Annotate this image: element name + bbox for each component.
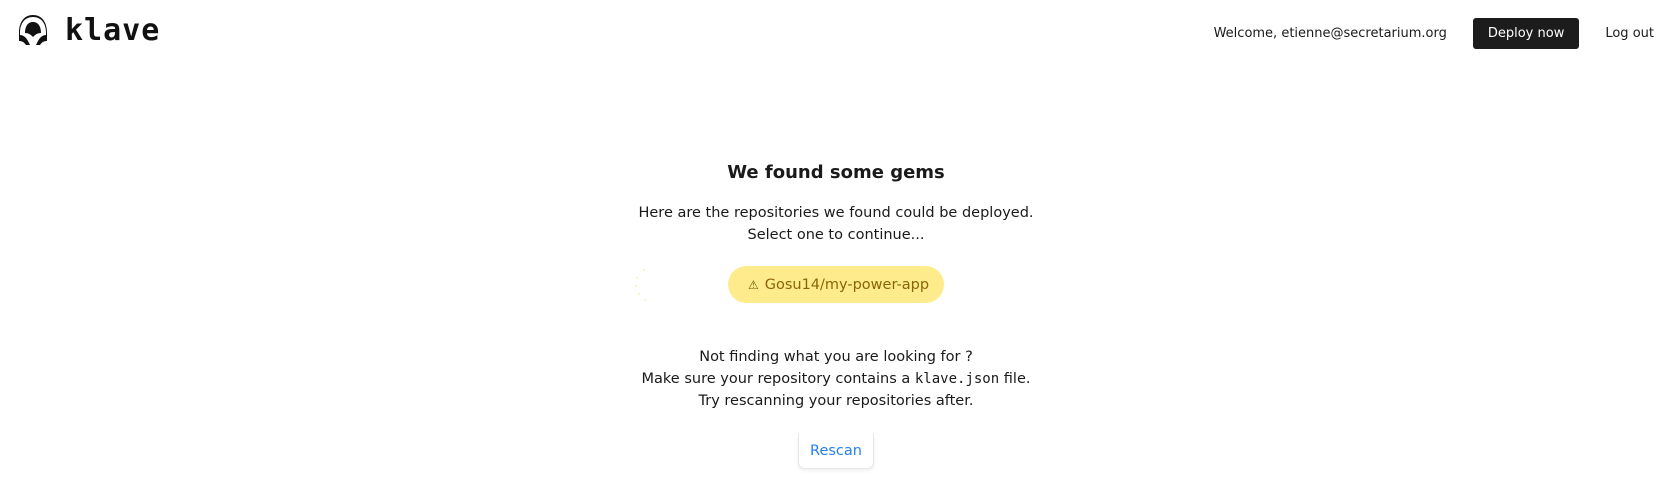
- klave-wordmark: klave: [65, 13, 161, 48]
- warning-icon: ⚠: [747, 277, 759, 292]
- logout-link[interactable]: Log out: [1605, 26, 1654, 41]
- top-header: klave Welcome, etienne@secretarium.org D…: [0, 0, 1672, 64]
- description: Here are the repositories we found could…: [0, 202, 1672, 246]
- help-line-3: Try rescanning your repositories after.: [698, 393, 974, 409]
- help-line-1: Not finding what you are looking for ?: [699, 349, 973, 365]
- welcome-text: Welcome, etienne@secretarium.org: [1213, 25, 1447, 41]
- help-line-2-before: Make sure your repository contains a: [641, 371, 915, 387]
- klave-logo[interactable]: klave: [17, 15, 160, 47]
- header-nav: Welcome, etienne@secretarium.org Deploy …: [1213, 17, 1654, 49]
- deploy-now-button[interactable]: Deploy now: [1472, 17, 1580, 49]
- repository-name: Gosu14/my-power-app: [764, 276, 930, 293]
- description-line-1: Here are the repositories we found could…: [638, 205, 1034, 221]
- help-text: Not finding what you are looking for ? M…: [0, 346, 1672, 412]
- klave-logo-icon: [19, 15, 47, 45]
- loading-spinner-icon: [635, 269, 646, 301]
- klave-json-code: klave.json: [914, 371, 1000, 387]
- page-title: We found some gems: [727, 162, 945, 183]
- rescan-button[interactable]: Rescan: [798, 434, 874, 469]
- repository-list: ⚠ Gosu14/my-power-app: [0, 266, 1672, 304]
- description-line-2: Select one to continue...: [747, 227, 925, 243]
- repository-item[interactable]: ⚠ Gosu14/my-power-app: [727, 266, 945, 303]
- main-content: We found some gems Here are the reposito…: [0, 160, 1672, 469]
- help-line-2: Make sure your repository contains a kla…: [0, 368, 1672, 390]
- help-line-2-after: file.: [999, 371, 1031, 387]
